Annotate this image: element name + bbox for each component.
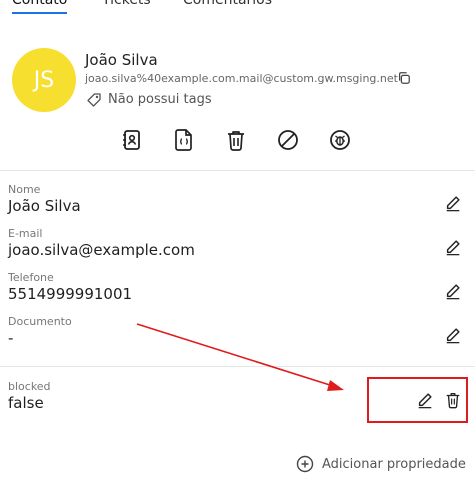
highlight-box xyxy=(367,377,468,423)
field-nome: Nome João Silva xyxy=(8,183,468,216)
field-value: - xyxy=(8,329,14,347)
field-label: Documento xyxy=(8,315,72,328)
contact-card-icon[interactable] xyxy=(120,128,144,152)
tab-tickets[interactable]: Tickets xyxy=(102,0,151,8)
add-property-label: Adicionar propriedade xyxy=(322,456,466,472)
copy-icon[interactable] xyxy=(397,71,411,85)
pencil-icon[interactable] xyxy=(444,326,462,344)
field-telefone: Telefone 5514999991001 xyxy=(8,271,468,304)
tab-bar: Contato Tickets Comentarios xyxy=(0,0,475,14)
pencil-icon[interactable] xyxy=(444,194,462,212)
field-value: João Silva xyxy=(8,197,81,215)
field-label: Nome xyxy=(8,183,41,196)
section-divider xyxy=(0,366,475,367)
avatar: JS xyxy=(12,48,76,112)
json-file-icon[interactable] xyxy=(172,128,196,152)
bug-icon[interactable] xyxy=(328,128,352,152)
field-label: Telefone xyxy=(8,271,54,284)
tab-contato[interactable]: Contato xyxy=(12,0,68,14)
contact-actions xyxy=(120,128,360,152)
plus-circle-icon xyxy=(296,455,314,473)
tags-status: Não possui tags xyxy=(108,92,212,107)
add-property-button[interactable]: Adicionar propriedade xyxy=(296,454,466,474)
field-value: joao.silva@example.com xyxy=(8,241,195,259)
pencil-icon[interactable] xyxy=(444,238,462,256)
pencil-icon[interactable] xyxy=(444,282,462,300)
field-value: 5514999991001 xyxy=(8,285,133,303)
block-icon[interactable] xyxy=(276,128,300,152)
field-documento: Documento - xyxy=(8,315,468,348)
contact-identity: joao.silva%40example.com.mail@custom.gw.… xyxy=(85,72,398,85)
trash-icon[interactable] xyxy=(224,128,248,152)
tab-comentarios[interactable]: Comentarios xyxy=(183,0,272,8)
field-label: E-mail xyxy=(8,227,43,240)
contact-name: João Silva xyxy=(85,51,158,69)
tag-icon xyxy=(87,93,101,107)
field-email: E-mail joao.silva@example.com xyxy=(8,227,468,260)
section-divider xyxy=(0,170,475,171)
